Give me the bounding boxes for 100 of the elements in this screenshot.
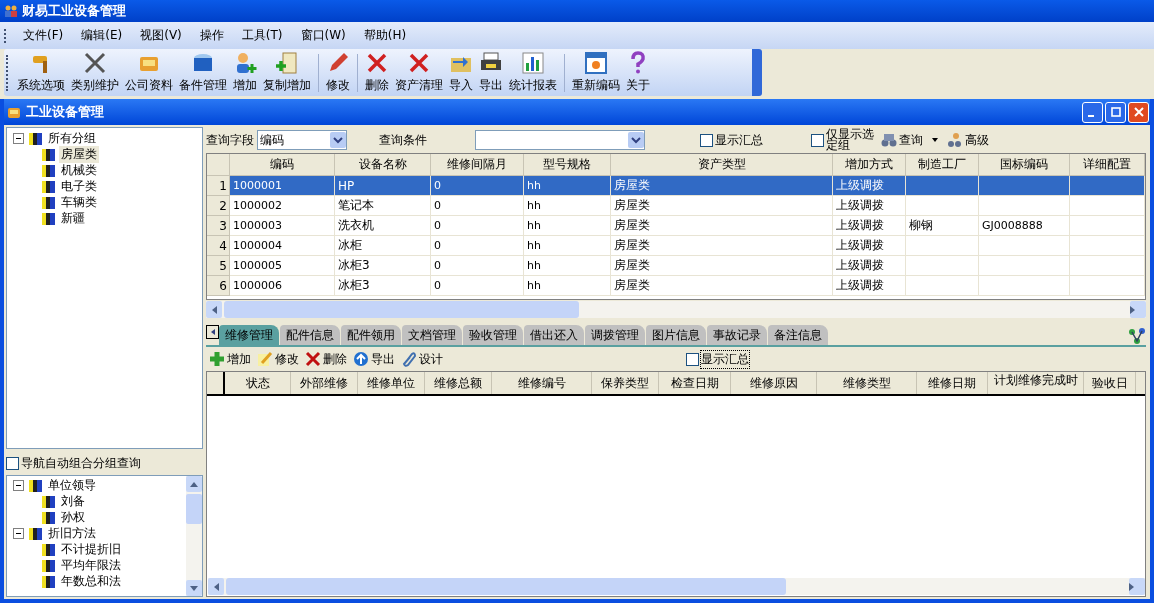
table-cell: 上级调拨 xyxy=(836,237,884,254)
tab[interactable]: 文档管理 xyxy=(402,325,462,345)
toolbar-button[interactable]: 删除 xyxy=(302,350,350,368)
column-header[interactable]: 制造工厂 xyxy=(906,154,979,176)
tree-item[interactable]: 车辆类 xyxy=(59,193,99,211)
menu-item[interactable]: 视图(V) xyxy=(131,27,191,44)
toolbar-button[interactable]: 关于 xyxy=(623,50,653,95)
toolbar-button[interactable]: 类别维护 xyxy=(68,50,122,95)
toolbar-button[interactable]: 公司资料 xyxy=(122,50,176,95)
close-button[interactable] xyxy=(1128,101,1149,123)
table-cell: 上级调拨 xyxy=(836,277,884,294)
column-header[interactable]: 检查日期 xyxy=(659,372,731,394)
column-header[interactable]: 保养类型 xyxy=(592,372,659,394)
expander-icon[interactable] xyxy=(13,479,24,491)
toolbar-button[interactable]: 修改 xyxy=(254,350,302,368)
toolbar-button[interactable]: 统计报表 xyxy=(506,50,560,95)
vertical-scrollbar[interactable] xyxy=(186,476,202,596)
chart-icon xyxy=(521,51,545,75)
tab[interactable]: 配件信息 xyxy=(280,325,340,345)
tree-item[interactable]: 刘备 xyxy=(59,492,87,510)
condition-dropdown[interactable] xyxy=(475,130,645,150)
table-row[interactable]: 2 1000002 笔记本 0 hh 房屋类 上级调拨 xyxy=(207,196,1145,216)
toolbar-button[interactable]: 重新编码 xyxy=(569,50,623,95)
network-icon[interactable] xyxy=(1128,327,1146,345)
menu-item[interactable]: 文件(F) xyxy=(14,27,73,44)
table-row[interactable]: 1 1000001 HP 0 hh 房屋类 上级调拨 xyxy=(207,176,1145,196)
toolbar-button[interactable]: 备件管理 xyxy=(176,50,230,95)
column-header[interactable]: 外部维修 xyxy=(291,372,358,394)
tree-item[interactable]: 电子类 xyxy=(59,177,99,195)
minimize-button[interactable] xyxy=(1082,101,1103,123)
table-row[interactable]: 6 1000006 冰柜3 0 hh 房屋类 上级调拨 xyxy=(207,276,1145,296)
tree-item[interactable]: 不计提折旧 xyxy=(59,540,123,558)
column-header[interactable]: 编码 xyxy=(230,154,335,176)
column-header[interactable]: 设备名称 xyxy=(335,154,431,176)
tree-item[interactable]: 房屋类 xyxy=(59,145,99,163)
column-header[interactable]: 计划维修完成时 xyxy=(988,372,1084,394)
table-cell: 0 xyxy=(434,239,441,252)
tree-item[interactable]: 折旧方法 xyxy=(46,524,98,542)
tab[interactable]: 事故记录 xyxy=(707,325,767,345)
toolbar-button[interactable]: 资产清理 xyxy=(392,50,446,95)
column-header[interactable]: 资产类型 xyxy=(611,154,833,176)
toolbar-button[interactable]: 增加 xyxy=(206,350,254,368)
tab[interactable]: 配件领用 xyxy=(341,325,401,345)
menu-item[interactable]: 工具(T) xyxy=(232,27,292,44)
column-header[interactable]: 增加方式 xyxy=(833,154,906,176)
table-cell: 上级调拨 xyxy=(836,177,884,194)
tab[interactable]: 备注信息 xyxy=(768,325,828,345)
toolbar-button[interactable]: 增加 xyxy=(230,50,260,95)
menu-item[interactable]: 编辑(E) xyxy=(72,27,132,44)
column-header[interactable]: 维修总额 xyxy=(425,372,492,394)
column-header[interactable]: 详细配置 xyxy=(1070,154,1145,176)
column-header[interactable]: 维修类型 xyxy=(817,372,917,394)
menu-item[interactable]: 窗口(W) xyxy=(291,27,355,44)
expander-icon[interactable] xyxy=(13,132,24,144)
column-header[interactable]: 状态 xyxy=(225,372,291,394)
checkbox[interactable] xyxy=(686,352,699,366)
search-button[interactable]: 查询 xyxy=(878,131,926,149)
expander-icon[interactable] xyxy=(13,527,24,539)
column-header[interactable]: 验收日 xyxy=(1084,372,1136,394)
toolbar-button[interactable]: 导出 xyxy=(476,50,506,95)
tab[interactable]: 维修管理 xyxy=(219,325,279,345)
column-header[interactable]: 国标编码 xyxy=(979,154,1070,176)
menu-item[interactable]: 帮助(H) xyxy=(354,27,416,44)
toolbar-button[interactable]: 删除 xyxy=(362,50,392,95)
tab[interactable]: 图片信息 xyxy=(646,325,706,345)
horizontal-scrollbar[interactable] xyxy=(208,578,1145,595)
tab[interactable]: 验收管理 xyxy=(463,325,523,345)
tree-item[interactable]: 单位领导 xyxy=(46,476,98,494)
menu-item[interactable]: 操作 xyxy=(190,27,233,44)
toolbar-button[interactable]: 导入 xyxy=(446,50,476,95)
tree-item[interactable]: 新疆 xyxy=(59,209,87,227)
table-row[interactable]: 4 1000004 冰柜 0 hh 房屋类 上级调拨 xyxy=(207,236,1145,256)
toolbar-button[interactable]: 设计 xyxy=(398,350,446,368)
column-header[interactable]: 维修单位 xyxy=(358,372,425,394)
toolbar-button[interactable]: 修改 xyxy=(323,50,353,95)
field-dropdown[interactable]: 编码 xyxy=(257,130,347,150)
table-row[interactable]: 3 1000003 洗衣机 0 hh 房屋类 上级调拨 柳钢 GJ0008888 xyxy=(207,216,1145,236)
table-row[interactable]: 5 1000005 冰柜3 0 hh 房屋类 上级调拨 xyxy=(207,256,1145,276)
advanced-button[interactable]: 高级 xyxy=(944,131,992,149)
tab[interactable]: 调拨管理 xyxy=(585,325,645,345)
column-header[interactable]: 维修间隔月 xyxy=(431,154,524,176)
tree-item[interactable]: 孙权 xyxy=(59,508,87,526)
checkbox[interactable] xyxy=(6,456,19,470)
tab[interactable]: 借出还入 xyxy=(524,325,584,345)
tree-item[interactable]: 年数总和法 xyxy=(59,572,123,590)
maximize-button[interactable] xyxy=(1105,101,1126,123)
column-header[interactable]: 型号规格 xyxy=(524,154,611,176)
column-header[interactable]: 维修原因 xyxy=(731,372,817,394)
toolbar-button[interactable]: 系统选项 xyxy=(14,50,68,95)
toolbar-button[interactable]: 复制增加 xyxy=(260,50,314,95)
tree-item[interactable]: 平均年限法 xyxy=(59,556,123,574)
table-cell: hh xyxy=(527,179,541,192)
column-header[interactable]: 维修日期 xyxy=(917,372,988,394)
tree-item[interactable]: 所有分组 xyxy=(46,129,98,147)
tree-item[interactable]: 机械类 xyxy=(59,161,99,179)
horizontal-scrollbar[interactable] xyxy=(206,301,1146,318)
checkbox[interactable] xyxy=(811,133,824,147)
checkbox[interactable] xyxy=(700,133,713,147)
column-header[interactable]: 维修编号 xyxy=(492,372,592,394)
toolbar-button[interactable]: 导出 xyxy=(350,350,398,368)
